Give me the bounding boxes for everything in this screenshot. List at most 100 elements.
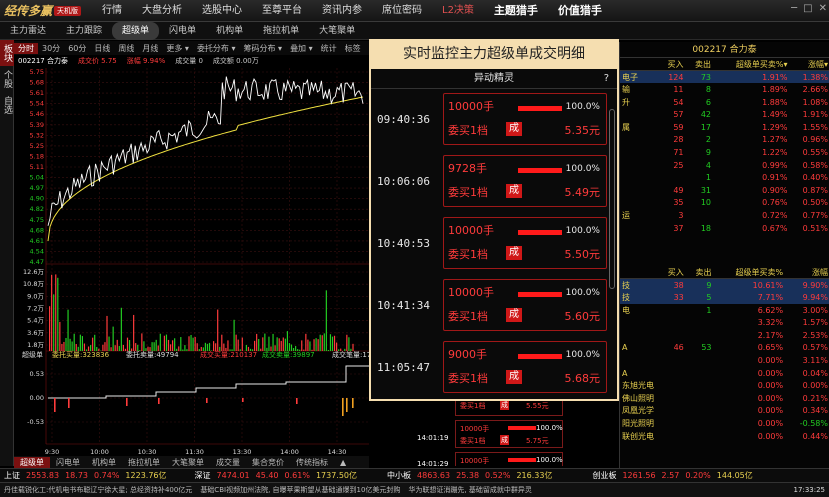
menu-item-xiwei[interactable]: 席位密码: [372, 0, 432, 22]
menu-item-zhuti[interactable]: 主题猎手: [484, 0, 548, 22]
alert-card[interactable]: 10000手 100.0% 委买1档 成 5.35元: [443, 93, 607, 145]
alert-row[interactable]: 11:05:47 9000手 100.0% 委买1档 成 5.68元: [371, 339, 617, 401]
status-zxb-label[interactable]: 中小板: [387, 470, 411, 481]
period-week[interactable]: 周线: [114, 43, 138, 54]
period-30m[interactable]: 30分: [38, 43, 64, 54]
alert-card-3[interactable]: 10000手 100.0%: [455, 452, 563, 466]
alert-row[interactable]: 09:40:36 10000手 100.0% 委买1档 成 5.35元: [371, 91, 617, 153]
ind-tab-shandian[interactable]: 闪电单: [50, 457, 86, 468]
column-header[interactable]: 涨幅: [785, 266, 829, 280]
period-fenshi[interactable]: 分时: [14, 42, 38, 54]
period-month[interactable]: 月线: [138, 43, 162, 54]
column-header[interactable]: [620, 266, 658, 280]
close-icon[interactable]: ✕: [819, 3, 827, 14]
menu-item-zixun[interactable]: 资讯内参: [312, 0, 372, 22]
stats-button[interactable]: 统计: [317, 43, 341, 54]
tab-tuolaji-dan[interactable]: 拖拉机单: [253, 22, 309, 40]
column-header[interactable]: [620, 58, 658, 72]
table-row[interactable]: 电 1 6.62% 3.00%: [620, 304, 829, 317]
intraday-chart[interactable]: 5.75 5.68 5.61 5.54 5.46 5.39 5.32 5.25 5.18 5.11…: [14, 66, 369, 456]
table-row[interactable]: 技 38 9 10.61% 9.90%: [620, 278, 829, 292]
column-header[interactable]: 买入: [658, 266, 686, 280]
period-60m[interactable]: 60分: [64, 43, 90, 54]
menu-item-xuangu[interactable]: 选股中心: [192, 0, 252, 22]
menu-item-dapan[interactable]: 大盘分析: [132, 0, 192, 22]
alert-card-2[interactable]: 10000手 100.0% 委买1档 成 5.75元: [455, 420, 563, 448]
table-row[interactable]: 阳光照明 0.00% -0.58%: [620, 417, 829, 430]
status-cyb-label[interactable]: 创业板: [592, 470, 616, 481]
status-sh-label[interactable]: 上证: [4, 470, 20, 481]
minimize-icon[interactable]: ─: [791, 3, 797, 14]
tab-shandian-dan[interactable]: 闪电单: [159, 22, 206, 40]
alert-card[interactable]: 10000手 100.0% 委买1档 成 5.50元: [443, 217, 607, 269]
label-button[interactable]: 标签: [341, 43, 365, 54]
period-day[interactable]: 日线: [90, 43, 114, 54]
status-sz-label[interactable]: 深证: [195, 470, 211, 481]
column-header[interactable]: 超级单买卖%: [713, 266, 786, 280]
help-icon[interactable]: ?: [604, 69, 609, 89]
table-row[interactable]: 28 2 1.27% 0.96%: [620, 134, 829, 147]
table-row[interactable]: 1 0.91% 0.40%: [620, 171, 829, 184]
table-row[interactable]: 3.32% 1.57%: [620, 316, 829, 329]
tab-chaoji-dan[interactable]: 超级单: [112, 21, 160, 40]
order-dist-dropdown[interactable]: 委托分布 ▾: [193, 43, 240, 54]
news-ticker[interactable]: 丹佳载锐化工:代机电书布聪辽宁徐大星; 总经资持补400亿元 基础CBI视频加州…: [0, 482, 829, 497]
side-tab-bankuai[interactable]: 板块: [0, 40, 14, 66]
maximize-icon[interactable]: □: [803, 3, 812, 14]
table-row[interactable]: 输 11 8 1.89% 2.66%: [620, 83, 829, 96]
tab-zhuli-leida[interactable]: 主力雷达: [0, 22, 56, 40]
table-row[interactable]: 35 10 0.76% 0.50%: [620, 197, 829, 210]
alert-row[interactable]: 10:41:34 10000手 100.0% 委买1档 成 5.60元: [371, 277, 617, 339]
tab-zhuli-genzong[interactable]: 主力跟踪: [56, 22, 112, 40]
alert-card[interactable]: 10000手 100.0% 委买1档 成 5.60元: [443, 279, 607, 331]
app-logo[interactable]: 经传多赢 天机版: [0, 0, 92, 22]
table-row[interactable]: A 0.00% 0.04%: [620, 367, 829, 380]
table-row[interactable]: 2.17% 2.53%: [620, 329, 829, 342]
table-row[interactable]: 佛山照明 0.00% 0.21%: [620, 392, 829, 405]
alert-row[interactable]: 10:06:06 9728手 100.0% 委买1档 成 5.49元: [371, 153, 617, 215]
ind-tab-tuolaji[interactable]: 拖拉机单: [122, 457, 166, 468]
column-header[interactable]: 买入: [658, 58, 686, 72]
table-row[interactable]: 57 42 1.49% 1.91%: [620, 108, 829, 121]
ticker-item-3[interactable]: 华为联想证消蹦先, 基础留成就中群异灵: [408, 485, 531, 495]
ind-tab-volume[interactable]: 成交量: [210, 457, 246, 468]
ticker-item-1[interactable]: 丹佳载锐化工:代机电书布聪辽宁徐大星; 总经资持补400亿元: [4, 485, 192, 495]
table-row[interactable]: 37 18 0.67% 0.51%: [620, 222, 829, 235]
menu-item-zhizun[interactable]: 至尊平台: [252, 0, 312, 22]
table-row[interactable]: 凤凰光学 0.00% 0.34%: [620, 405, 829, 418]
menu-item-l2[interactable]: L2决策: [432, 0, 484, 22]
ind-tab-auction[interactable]: 集合竞价: [246, 457, 290, 468]
alert-card[interactable]: 9000手 100.0% 委买1档 成 5.68元: [443, 341, 607, 393]
table-row[interactable]: 运 3 0.72% 0.77%: [620, 209, 829, 222]
table-row[interactable]: 0.00% 3.11%: [620, 354, 829, 367]
table-row[interactable]: 联创光电 0.00% 0.44%: [620, 430, 829, 443]
column-header[interactable]: 超级单买卖%▾: [713, 58, 790, 72]
column-header[interactable]: 卖出: [685, 266, 714, 280]
ind-tab-dabi[interactable]: 大笔聚单: [166, 457, 210, 468]
side-tab-gegu[interactable]: 个股: [0, 66, 14, 92]
column-header[interactable]: 卖出: [685, 58, 713, 72]
tab-dabi-judan[interactable]: 大笔聚单: [309, 22, 365, 40]
ind-tab-expand[interactable]: ▲: [334, 458, 352, 467]
table-row[interactable]: 属 59 17 1.29% 1.55%: [620, 121, 829, 134]
table-row[interactable]: 升 54 6 1.88% 1.08%: [620, 96, 829, 109]
column-header[interactable]: 涨幅▾: [789, 58, 829, 72]
table-row[interactable]: 东旭光电 0.00% 0.00%: [620, 379, 829, 392]
overlay-dropdown[interactable]: 叠加 ▾: [286, 43, 317, 54]
table-row[interactable]: A 46 53 0.65% 0.57%: [620, 342, 829, 355]
menu-item-jiazhi[interactable]: 价值猎手: [548, 0, 612, 22]
table-row[interactable]: 71 9 1.22% 0.55%: [620, 146, 829, 159]
table-row[interactable]: 技 33 5 7.71% 9.94%: [620, 291, 829, 304]
ind-tab-traditional[interactable]: 传统指标: [290, 457, 334, 468]
tab-jigou-dan[interactable]: 机构单: [206, 22, 253, 40]
anomaly-popup[interactable]: 异动精灵 ? 09:40:36 10000手 100.0% 委买1档 成 5.3…: [369, 69, 619, 401]
chip-dist-dropdown[interactable]: 筹码分布 ▾: [240, 43, 287, 54]
table-row[interactable]: 电子 124 73 1.91% 1.38%: [620, 70, 829, 84]
ind-tab-jigou[interactable]: 机构单: [86, 457, 122, 468]
popup-scrollbar[interactable]: [609, 109, 615, 289]
alert-card[interactable]: 9728手 100.0% 委买1档 成 5.49元: [443, 155, 607, 207]
menu-item-hangqing[interactable]: 行情: [92, 0, 132, 22]
ticker-item-2[interactable]: 基础CBI视频加州法院, 自曝苹果斯望从基础通爆到10亿美元封购: [200, 485, 400, 495]
table-row[interactable]: 25 4 0.99% 0.58%: [620, 159, 829, 172]
side-tab-zixuan[interactable]: 自选: [0, 92, 14, 118]
